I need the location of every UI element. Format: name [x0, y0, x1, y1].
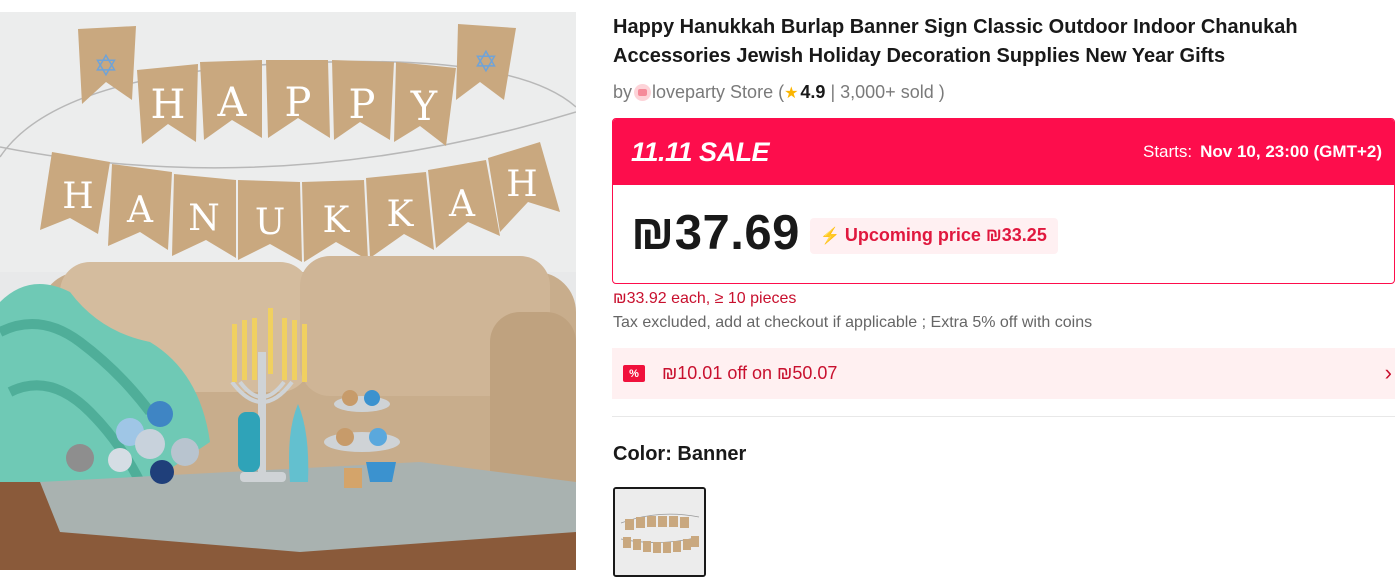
swatch-thumbnail: [615, 489, 704, 575]
color-option-banner[interactable]: [613, 487, 706, 577]
store-logo-icon: [634, 84, 652, 101]
banner-letter: A: [448, 184, 476, 225]
banner-letter: H: [62, 176, 93, 217]
starts-value: Nov 10, 23:00 (GMT+2): [1200, 142, 1382, 161]
upcoming-price-badge: ⚡ Upcoming price ₪33.25: [809, 218, 1058, 254]
upcoming-price-label: Upcoming price ₪33.25: [844, 225, 1047, 245]
separator: |: [830, 82, 836, 102]
current-price: ₪37.69: [631, 206, 800, 260]
store-name-link[interactable]: loveparty Store: [652, 82, 773, 103]
price-row: ₪37.69 ⚡ Upcoming price ₪33.25: [631, 205, 1058, 261]
banner-letter: U: [255, 202, 285, 243]
banner-letter: Y: [410, 84, 438, 130]
product-info-panel: Happy Hanukkah Burlap Banner Sign Classi…: [612, 0, 1395, 577]
banner-letter: N: [188, 198, 220, 239]
sale-header: 11.11 SALE Starts: Nov 10, 23:00 (GMT+2): [613, 119, 1394, 185]
starts-label: Starts:: [1143, 142, 1193, 161]
chevron-right-icon[interactable]: ›: [1385, 360, 1392, 386]
banner-letter: K: [387, 194, 415, 235]
product-title: Happy Hanukkah Burlap Banner Sign Classi…: [613, 16, 1298, 67]
sale-tag: 11.11 SALE: [631, 136, 770, 167]
sold-count: 3,000+ sold: [840, 82, 934, 102]
by-label: by: [613, 82, 633, 102]
tax-note: Tax excluded, add at checkout if applica…: [613, 314, 1093, 331]
banner-letter: A: [126, 190, 154, 231]
star-icon: ★: [784, 84, 799, 102]
banner-letter: H: [506, 164, 537, 205]
product-main-image[interactable]: ✡ ✡ H A P P Y H A N U K K A H: [0, 12, 576, 570]
store-rating: 4.9: [800, 82, 826, 102]
svg-text:✡: ✡: [93, 49, 118, 84]
banner-letter: P: [285, 80, 312, 126]
lightning-icon: ⚡: [819, 227, 840, 245]
coupon-banner[interactable]: % ₪10.01 off on ₪50.07 ›: [612, 348, 1395, 399]
banner-letter: H: [151, 82, 186, 128]
sale-price-box: 11.11 SALE Starts: Nov 10, 23:00 (GMT+2) …: [612, 118, 1395, 284]
paren-close: ): [938, 82, 945, 102]
banner-letter: A: [217, 80, 248, 126]
svg-text:✡: ✡: [473, 45, 498, 80]
color-label: Color: Banner: [613, 443, 747, 465]
divider: [612, 416, 1395, 417]
sale-start-time: Starts: Nov 10, 23:00 (GMT+2): [1143, 142, 1382, 162]
coupon-icon: %: [623, 365, 645, 382]
product-photo: ✡ ✡ H A P P Y H A N U K K A H: [0, 12, 576, 570]
bulk-price-note: ₪33.92 each, ≥ 10 pieces: [613, 290, 797, 307]
banner-letter: P: [349, 82, 376, 128]
store-line: by loveparty Store ( ★ 4.9 | 3,000+ sold…: [613, 82, 945, 103]
banner-letter: K: [323, 200, 351, 241]
coupon-text: ₪10.01 off on ₪50.07: [662, 363, 838, 383]
